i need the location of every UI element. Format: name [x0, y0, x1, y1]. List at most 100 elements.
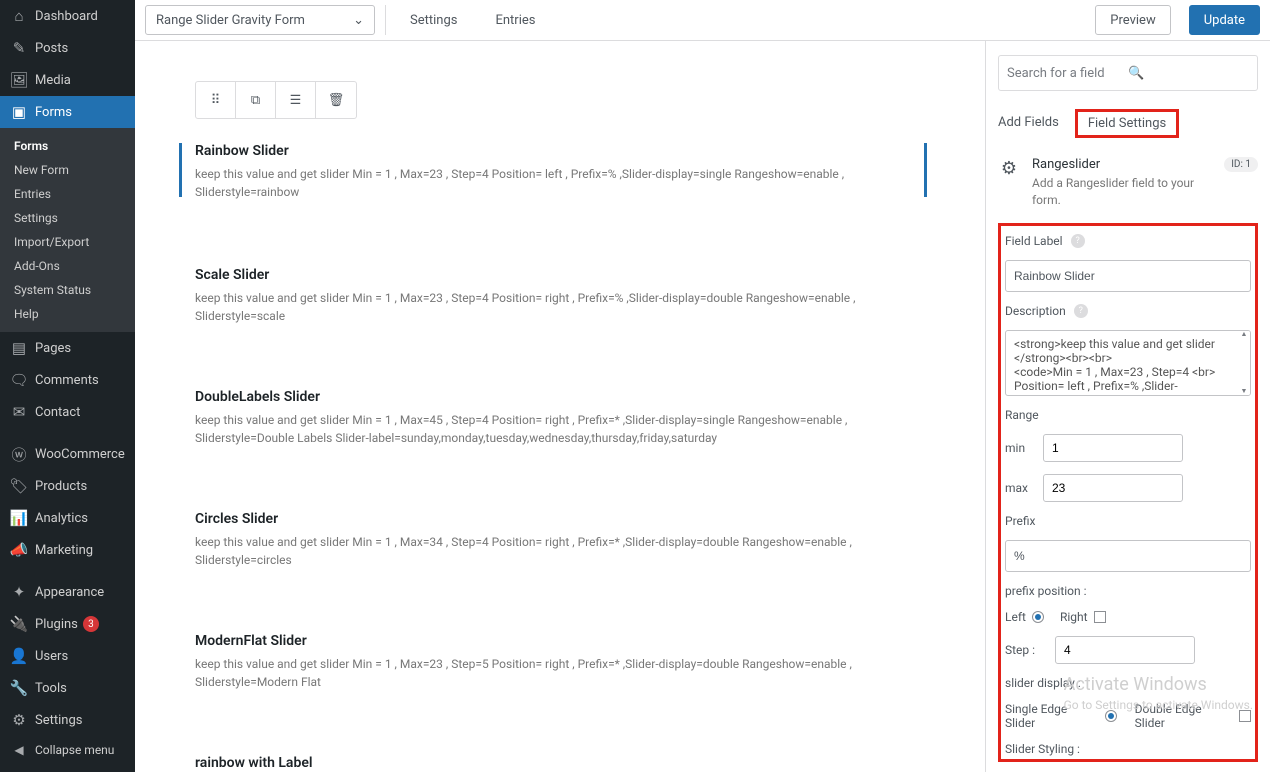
- drag-handle-icon[interactable]: ⠿: [196, 82, 236, 118]
- field-type-desc: Add a Rangeslider field to your form.: [1032, 175, 1212, 209]
- sidebar-item-dashboard[interactable]: ⌂Dashboard: [0, 0, 135, 32]
- input-field-label[interactable]: [1005, 260, 1251, 292]
- form-selector[interactable]: Range Slider Gravity Form ⌄: [145, 5, 375, 35]
- media-icon: 🖼: [10, 71, 28, 89]
- label-double-edge: Double Edge Slider: [1135, 702, 1234, 730]
- radio-prefix-left[interactable]: [1032, 611, 1044, 623]
- input-step[interactable]: [1055, 636, 1195, 664]
- field-type-info: ⚙ Rangeslider Add a Rangeslider field to…: [998, 157, 1258, 209]
- submenu-help[interactable]: Help: [0, 302, 135, 326]
- sidebar-label: Marketing: [35, 543, 93, 558]
- sidebar-label: Contact: [35, 405, 80, 420]
- sidebar-item-plugins[interactable]: 🔌 Plugins 3: [0, 608, 135, 640]
- sidebar-label: Comments: [35, 373, 99, 388]
- sidebar-item-pages[interactable]: ▤ Pages: [0, 332, 135, 364]
- field-doublelabels-slider[interactable]: DoubleLabels Slider keep this value and …: [195, 389, 925, 477]
- nav-entries[interactable]: Entries: [481, 7, 549, 34]
- submenu-system-status[interactable]: System Status: [0, 278, 135, 302]
- field-circles-slider[interactable]: Circles Slider keep this value and get s…: [195, 511, 925, 599]
- input-min[interactable]: [1043, 434, 1183, 462]
- field-title: ModernFlat Slider: [195, 633, 925, 649]
- checkbox-double-edge[interactable]: [1239, 710, 1251, 722]
- plugins-icon: 🔌: [10, 615, 28, 633]
- woocommerce-icon: ⓦ: [10, 445, 28, 463]
- field-toolbar: ⠿ ⧉ ☰ 🗑: [195, 81, 357, 119]
- settings-icon: ⚙: [10, 711, 28, 729]
- collapse-icon: ◀: [10, 743, 28, 757]
- main-area: Range Slider Gravity Form ⌄ Settings Ent…: [135, 0, 1270, 772]
- collapse-menu[interactable]: ◀Collapse menu: [0, 736, 135, 764]
- pages-icon: ▤: [10, 339, 28, 357]
- preview-button[interactable]: Preview: [1095, 5, 1170, 35]
- sidebar-label: Pages: [35, 341, 71, 356]
- sidebar-label: Users: [35, 649, 68, 664]
- label-single-edge: Single Edge Slider: [1005, 702, 1099, 730]
- field-modernflat-slider[interactable]: ModernFlat Slider keep this value and ge…: [195, 633, 925, 721]
- desc-line: </strong><br><br>: [1014, 351, 1242, 365]
- admin-sidebar: ⌂Dashboard ✎Posts 🖼 Media ▣Forms Forms Ne…: [0, 0, 135, 772]
- users-icon: 👤: [10, 647, 28, 665]
- sidebar-item-users[interactable]: 👤 Users: [0, 640, 135, 672]
- sidebar-label: Posts: [35, 41, 68, 56]
- sidebar-label: Media: [35, 73, 71, 88]
- form-editor: ⠿ ⧉ ☰ 🗑 Rainbow Slider keep this value a…: [135, 41, 985, 772]
- field-search[interactable]: Search for a field 🔍: [998, 55, 1258, 91]
- field-desc: keep this value and get slider Min = 1 ,…: [195, 655, 925, 691]
- update-button[interactable]: Update: [1189, 5, 1260, 35]
- sidebar-label: Plugins: [35, 617, 78, 632]
- input-prefix[interactable]: [1005, 540, 1251, 572]
- help-icon[interactable]: ?: [1071, 234, 1085, 248]
- field-title: Scale Slider: [195, 267, 925, 283]
- submenu-import-export[interactable]: Import/Export: [0, 230, 135, 254]
- sidebar-item-analytics[interactable]: 📊Analytics: [0, 502, 135, 534]
- label-left: Left: [1005, 610, 1026, 624]
- sidebar-item-tools[interactable]: 🔧Tools: [0, 672, 135, 704]
- submenu-entries[interactable]: Entries: [0, 182, 135, 206]
- desc-line: <code>Min = 1 , Max=23 , Step=4 <br>: [1014, 365, 1242, 379]
- appearance-icon: ✦: [10, 583, 28, 601]
- field-scale-slider[interactable]: Scale Slider keep this value and get sli…: [195, 267, 925, 355]
- settings-panel: Search for a field 🔍 Add Fields Field Se…: [985, 41, 1270, 772]
- input-description[interactable]: <strong>keep this value and get slider <…: [1005, 330, 1251, 396]
- sidebar-item-posts[interactable]: ✎Posts: [0, 32, 135, 64]
- form-selector-label: Range Slider Gravity Form: [156, 13, 305, 28]
- radio-single-edge[interactable]: [1105, 710, 1117, 722]
- marketing-icon: 📣: [10, 541, 28, 559]
- delete-icon[interactable]: 🗑: [316, 82, 356, 118]
- input-max[interactable]: [1043, 474, 1183, 502]
- sidebar-item-appearance[interactable]: ✦ Appearance: [0, 576, 135, 608]
- label-slider-styling: Slider Styling :: [1005, 742, 1251, 756]
- sidebar-item-contact[interactable]: ✉Contact: [0, 396, 135, 428]
- tools-icon: 🔧: [10, 679, 28, 697]
- field-id-badge: ID: 1: [1224, 157, 1258, 172]
- submenu-addons[interactable]: Add-Ons: [0, 254, 135, 278]
- plugins-badge: 3: [83, 616, 99, 632]
- label-slider-display: slider display :: [1005, 676, 1251, 690]
- scrollbar[interactable]: ▲▼: [1238, 331, 1250, 395]
- sidebar-item-marketing[interactable]: 📣 Marketing: [0, 534, 135, 566]
- topbar: Range Slider Gravity Form ⌄ Settings Ent…: [135, 0, 1270, 41]
- help-icon[interactable]: ?: [1074, 304, 1088, 318]
- desc-line: <strong>keep this value and get slider: [1014, 337, 1242, 351]
- tab-add-fields[interactable]: Add Fields: [998, 109, 1059, 138]
- field-rainbow-label[interactable]: rainbow with Label keep this value and g…: [195, 755, 925, 772]
- checkbox-prefix-right[interactable]: [1094, 611, 1106, 623]
- edit-settings-icon[interactable]: ☰: [276, 82, 316, 118]
- submenu-settings[interactable]: Settings: [0, 206, 135, 230]
- sidebar-item-media[interactable]: 🖼 Media: [0, 64, 135, 96]
- label-range: Range: [1005, 408, 1251, 422]
- tab-field-settings[interactable]: Field Settings: [1075, 109, 1179, 138]
- sidebar-item-comments[interactable]: 🗨Comments: [0, 364, 135, 396]
- submenu-forms[interactable]: Forms: [0, 134, 135, 158]
- forms-icon: ▣: [10, 103, 28, 121]
- search-icon: 🔍: [1128, 66, 1249, 81]
- field-rainbow-slider[interactable]: Rainbow Slider keep this value and get s…: [195, 143, 925, 231]
- nav-settings[interactable]: Settings: [396, 7, 471, 34]
- sidebar-label: Appearance: [35, 585, 104, 600]
- sidebar-item-products[interactable]: 🏷Products: [0, 470, 135, 502]
- submenu-new-form[interactable]: New Form: [0, 158, 135, 182]
- duplicate-icon[interactable]: ⧉: [236, 82, 276, 118]
- sidebar-item-forms[interactable]: ▣Forms: [0, 96, 135, 128]
- sidebar-item-woocommerce[interactable]: ⓦWooCommerce: [0, 438, 135, 470]
- sidebar-item-settings[interactable]: ⚙Settings: [0, 704, 135, 736]
